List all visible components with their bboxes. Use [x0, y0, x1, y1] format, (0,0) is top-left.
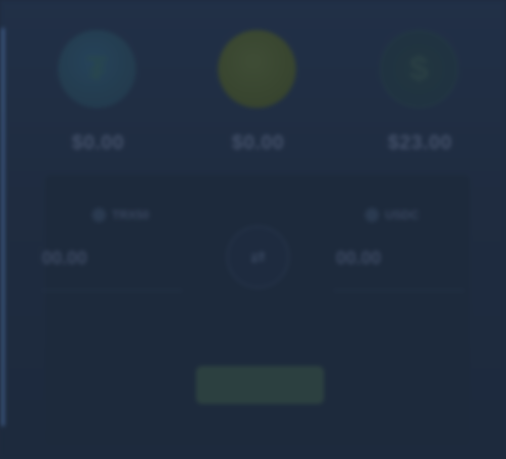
- to-token-label: USDC: [385, 208, 420, 222]
- balance-amount: $0.00: [231, 132, 285, 154]
- balance-amount: $23.00: [387, 132, 453, 154]
- balance-card-gold: $0.00: [198, 24, 318, 164]
- to-amount-input[interactable]: 00.00: [336, 248, 381, 269]
- swap-action-button[interactable]: [196, 366, 324, 404]
- gold-coin-icon: [218, 30, 296, 108]
- to-token-selector[interactable]: USDC: [365, 203, 419, 227]
- balance-card-dollar: $ $23.00: [360, 24, 480, 164]
- swap-arrows-icon: ⇄: [250, 246, 266, 267]
- tether-coin-icon: ₮: [58, 30, 136, 108]
- swap-direction-button[interactable]: ⇄: [227, 226, 289, 288]
- from-amount-input[interactable]: 00.00: [42, 248, 87, 269]
- swap-page: ₮ $0.00 $0.00 $ $23.00 TRX50 00.00 ⇄ USD…: [0, 0, 506, 459]
- to-amount-underline: [334, 290, 464, 291]
- left-accent-line: [2, 28, 4, 426]
- to-token-icon: [365, 208, 379, 222]
- balance-amount: $0.00: [71, 132, 125, 154]
- dollar-coin-glyph: $: [409, 49, 429, 88]
- from-token-label: TRX50: [112, 208, 150, 222]
- tether-coin-glyph: ₮: [86, 49, 108, 88]
- balance-card-tether: ₮ $0.00: [38, 24, 158, 164]
- from-token-icon: [92, 208, 106, 222]
- from-amount-underline: [42, 290, 182, 291]
- from-token-selector[interactable]: TRX50: [92, 203, 149, 227]
- gold-coin-glyph: [218, 30, 296, 108]
- dollar-coin-icon: $: [380, 30, 458, 108]
